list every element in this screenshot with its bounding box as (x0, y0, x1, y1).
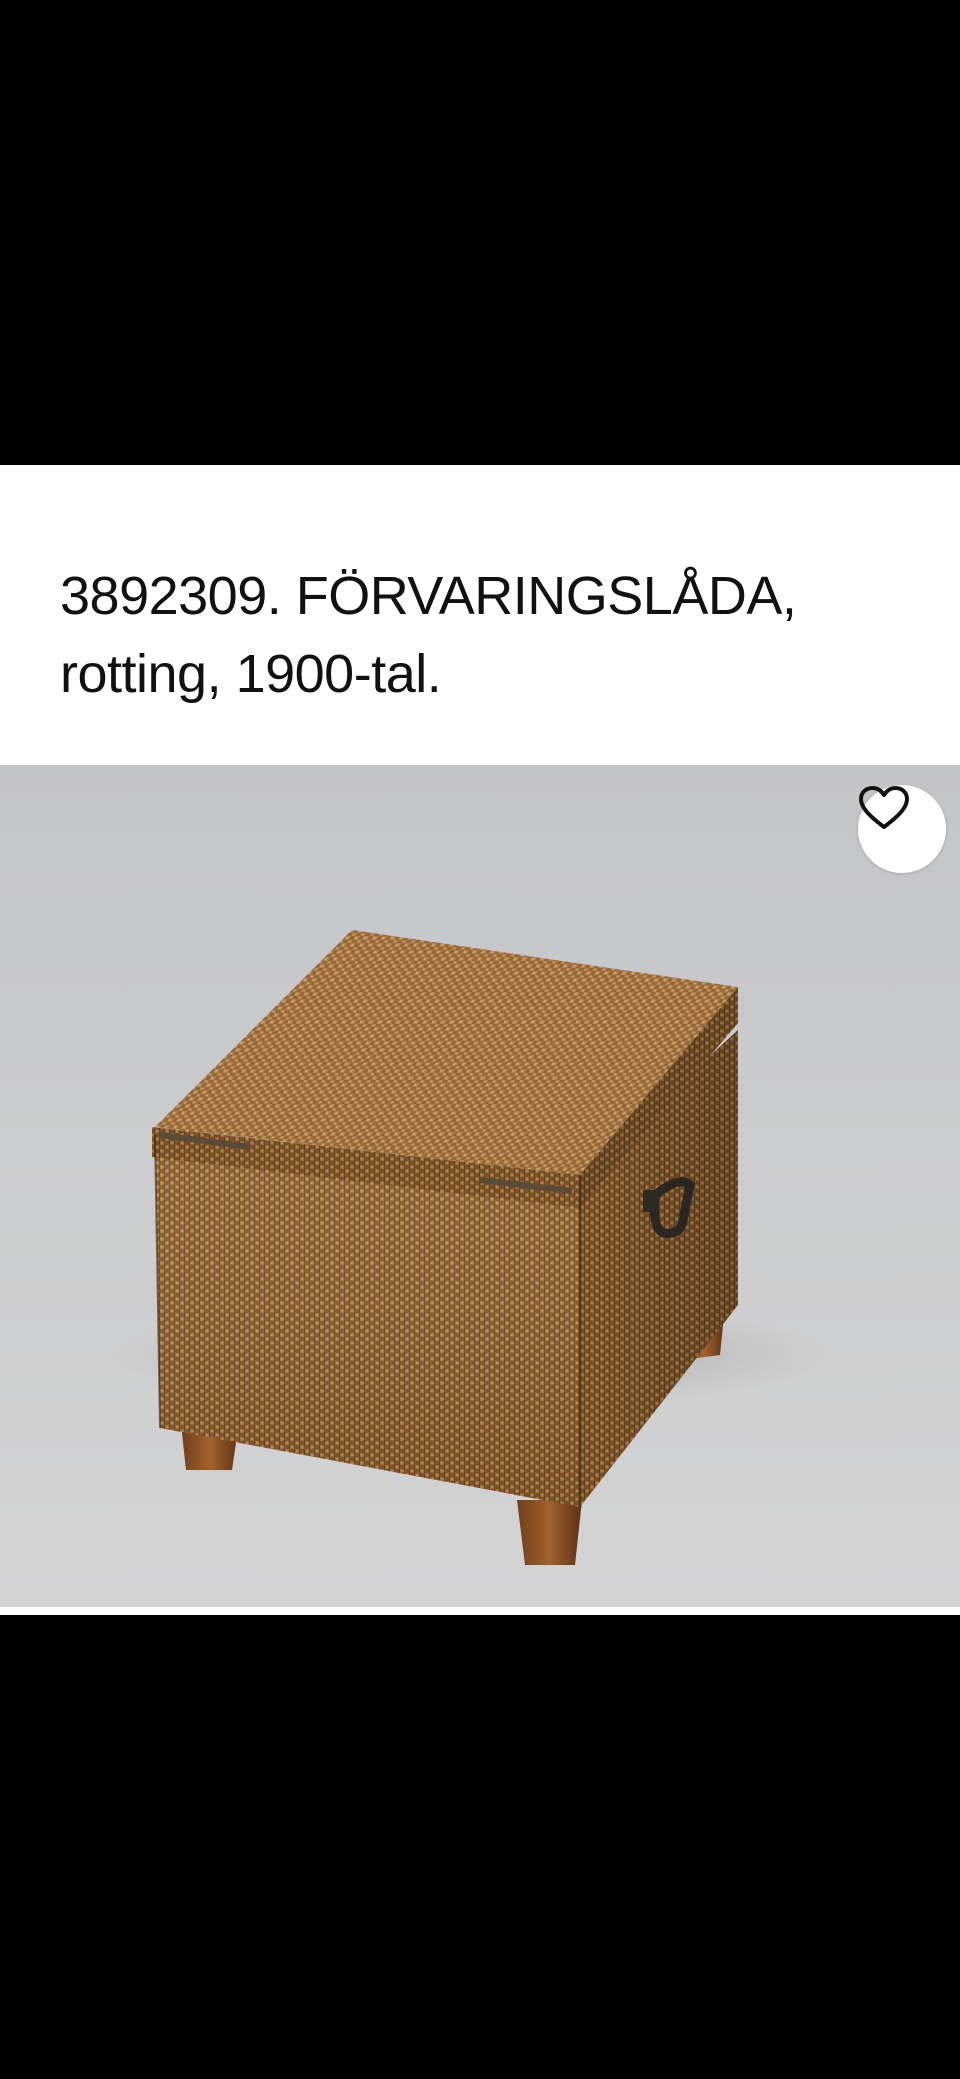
title-area: 3892309. FÖRVARINGSLÅDA, rotting, 1900-t… (0, 465, 960, 765)
favorite-button[interactable] (858, 785, 946, 873)
listing-title: 3892309. FÖRVARINGSLÅDA, rotting, 1900-t… (60, 557, 920, 713)
top-letterbox (0, 0, 960, 465)
listing-title-line1: 3892309. FÖRVARINGSLÅDA, (60, 566, 797, 626)
bottom-letterbox (0, 1615, 960, 2079)
listing-title-line2: rotting, 1900-tal. (60, 644, 442, 704)
image-bottom-border (0, 1607, 960, 1615)
listing-page: 3892309. FÖRVARINGSLÅDA, rotting, 1900-t… (0, 0, 960, 2079)
product-photo[interactable] (0, 765, 960, 1607)
heart-outline-icon (859, 786, 909, 829)
rattan-storage-box-image (110, 930, 830, 1565)
